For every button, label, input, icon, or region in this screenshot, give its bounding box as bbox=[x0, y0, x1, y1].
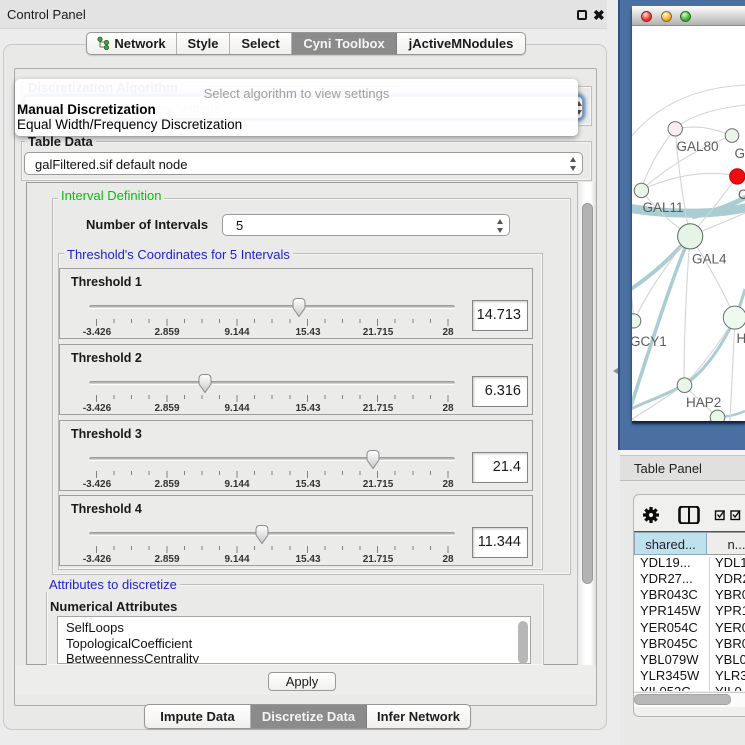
svg-text:GA: GA bbox=[735, 146, 745, 161]
svg-text:GCY1: GCY1 bbox=[632, 334, 667, 349]
svg-text:H: H bbox=[737, 331, 745, 346]
svg-text:GAL4: GAL4 bbox=[692, 252, 727, 267]
svg-text:HAP2: HAP2 bbox=[686, 395, 721, 410]
svg-text:GAL80: GAL80 bbox=[677, 139, 719, 154]
svg-text:C: C bbox=[738, 187, 745, 202]
svg-text:GAL11: GAL11 bbox=[643, 200, 684, 215]
